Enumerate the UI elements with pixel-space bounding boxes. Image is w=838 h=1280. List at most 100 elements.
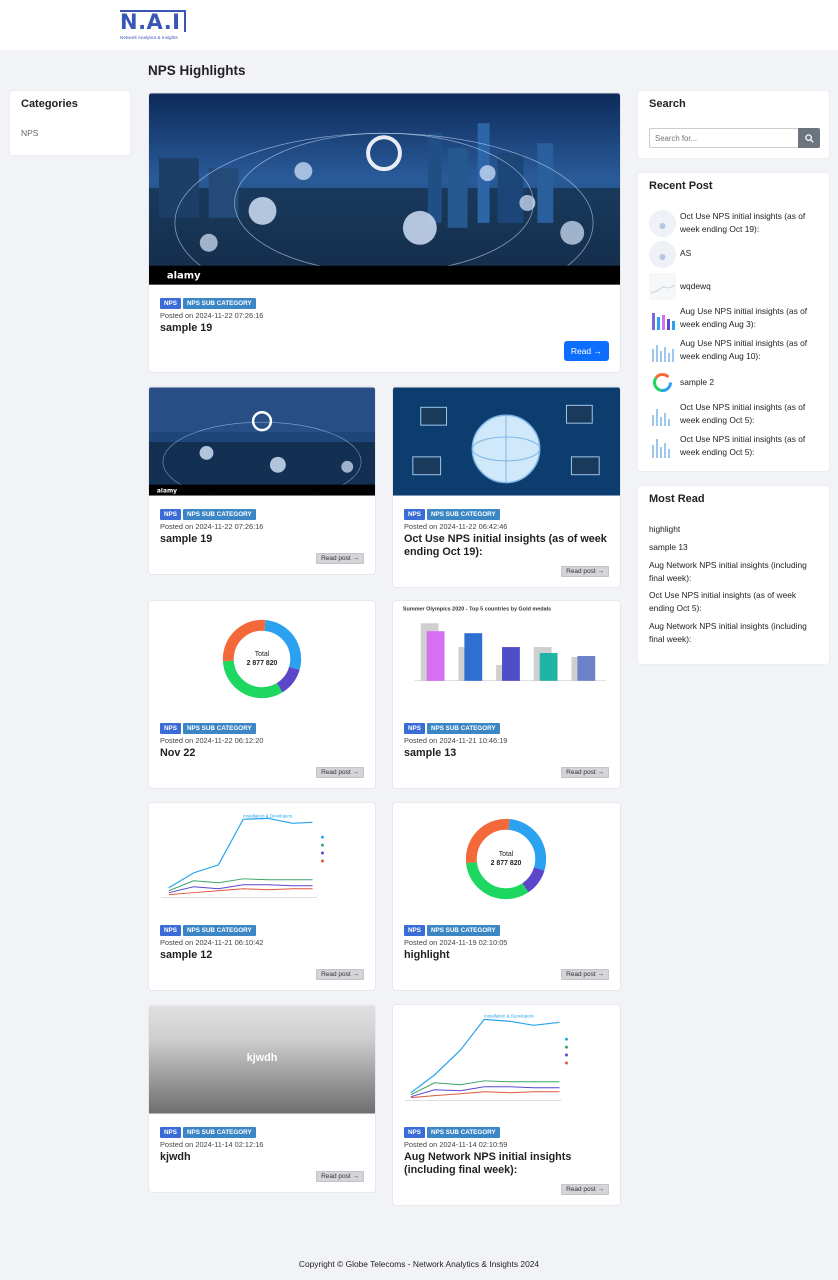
tag-nps[interactable]: NPS <box>404 509 425 520</box>
post-title[interactable]: kjwdh <box>160 1151 365 1164</box>
tag-sub-category[interactable]: NPS SUB CATEGORY <box>426 925 500 936</box>
line-chart-image[interactable]: Installation & Developers <box>149 803 375 912</box>
post-tags: NPS NPS SUB CATEGORY <box>160 298 256 309</box>
post-title[interactable]: sample 12 <box>160 949 365 962</box>
recent-post-title-text: AS <box>680 248 692 258</box>
post-title[interactable]: sample 13 <box>404 747 610 760</box>
categories-title: Categories <box>21 98 78 110</box>
post-card: kjwdh NPS NPS SUB CATEGORY Posted on 202… <box>148 1004 376 1193</box>
recent-post-thumbnail <box>649 273 676 300</box>
search-icon <box>804 133 814 143</box>
recent-post-title-text: Oct Use NPS initial insights (as of week… <box>680 211 806 234</box>
logo-mark: N.A.I <box>120 10 186 33</box>
post-card: Total 2 877 820 NPS NPS SUB CATEGORY Pos… <box>392 802 621 991</box>
most-read-link[interactable]: Oct Use NPS initial insights (as of week… <box>649 589 820 614</box>
city-network-image[interactable]: alamy <box>149 387 375 496</box>
recent-post-title-text: Oct Use NPS initial insights (as of week… <box>680 434 806 457</box>
read-post-button[interactable]: Read post → <box>316 553 364 564</box>
read-post-button[interactable]: Read post → <box>561 969 609 980</box>
tag-sub-category[interactable]: NPS SUB CATEGORY <box>182 925 256 936</box>
post-title[interactable]: Nov 22 <box>160 747 365 760</box>
recent-post-title-text: Aug Use NPS initial insights (as of week… <box>680 338 808 361</box>
donut-chart-image[interactable]: Total 2 877 820 <box>393 803 620 912</box>
read-post-button[interactable]: Read post → <box>561 566 609 577</box>
post-card: Summer Olympics 2020 - Top 5 countries b… <box>392 600 621 789</box>
thumb-caption: kjwdh <box>247 1052 278 1064</box>
recent-post-thumbnail <box>649 337 676 364</box>
category-link-nps[interactable]: NPS <box>21 128 119 138</box>
read-post-button[interactable]: Read post → <box>316 1171 364 1182</box>
tag-sub-category[interactable]: NPS SUB CATEGORY <box>182 1127 256 1138</box>
post-date: Posted on 2024-11-22 07:26:16 <box>160 311 264 320</box>
tag-sub-category[interactable]: NPS SUB CATEGORY <box>426 723 500 734</box>
tag-nps[interactable]: NPS <box>404 1127 425 1138</box>
search-title: Search <box>649 98 686 110</box>
tag-nps[interactable]: NPS <box>160 925 181 936</box>
line-series-label: Installation & Developers <box>243 813 293 818</box>
search-button[interactable] <box>798 128 820 148</box>
post-tags: NPS NPS SUB CATEGORY <box>404 1127 500 1138</box>
city-network-image[interactable]: alamy <box>149 93 620 285</box>
bar-chart-image[interactable]: Summer Olympics 2020 - Top 5 countries b… <box>393 601 620 710</box>
tag-nps[interactable]: NPS <box>160 1127 181 1138</box>
most-read-link[interactable]: Aug Network NPS initial insights (includ… <box>649 559 820 584</box>
post-title[interactable]: sample 19 <box>160 533 365 546</box>
post-tags: NPS NPS SUB CATEGORY <box>404 925 500 936</box>
tag-nps[interactable]: NPS <box>404 723 425 734</box>
tag-nps[interactable]: NPS <box>404 925 425 936</box>
search-widget: Search <box>637 90 830 159</box>
read-post-button[interactable]: Read post → <box>561 1184 609 1195</box>
read-post-button[interactable]: Read post → <box>316 767 364 778</box>
search-bar <box>649 128 820 148</box>
alamy-watermark: alamy <box>167 271 201 282</box>
recent-post-thumbnail <box>649 433 676 460</box>
most-read-link[interactable]: sample 13 <box>649 541 820 554</box>
post-date: Posted on 2024-11-14 02:10:59 <box>404 1140 508 1149</box>
categories-widget: Categories NPS <box>9 90 131 156</box>
site-logo[interactable]: N.A.I Network Analytics & Insights <box>120 10 186 42</box>
tag-nps[interactable]: NPS <box>160 723 181 734</box>
read-post-button[interactable]: Read post → <box>316 969 364 980</box>
line-chart-image[interactable]: Installation & Developers <box>393 1005 620 1114</box>
gradient-placeholder-image[interactable]: kjwdh <box>149 1005 375 1114</box>
footer-copyright: Copyright © Globe Telecoms - Network Ana… <box>298 1259 540 1269</box>
globe-network-image[interactable] <box>393 387 620 496</box>
tag-nps[interactable]: NPS <box>160 509 181 520</box>
most-read-link[interactable]: highlight <box>649 523 820 536</box>
tag-nps[interactable]: NPS <box>160 298 181 309</box>
post-title[interactable]: Oct Use NPS initial insights (as of week… <box>404 533 610 559</box>
recent-post-title-text: Aug Use NPS initial insights (as of week… <box>680 306 808 329</box>
donut-total-label: Total <box>499 851 514 858</box>
tag-sub-category[interactable]: NPS SUB CATEGORY <box>182 723 256 734</box>
post-title[interactable]: Aug Network NPS initial insights (includ… <box>404 1151 610 1177</box>
most-read-title: Most Read <box>649 493 705 505</box>
search-input[interactable] <box>649 128 798 148</box>
most-read-link[interactable]: Aug Network NPS initial insights (includ… <box>649 620 820 645</box>
post-tags: NPS NPS SUB CATEGORY <box>160 723 256 734</box>
tag-sub-category[interactable]: NPS SUB CATEGORY <box>426 509 500 520</box>
post-tags: NPS NPS SUB CATEGORY <box>404 509 500 520</box>
post-tags: NPS NPS SUB CATEGORY <box>160 509 256 520</box>
tag-sub-category[interactable]: NPS SUB CATEGORY <box>182 509 256 520</box>
featured-post-card: alamy NPS NPS SUB CATEGORY Posted on 202… <box>148 92 621 373</box>
post-title[interactable]: highlight <box>404 949 610 962</box>
recent-post-title-text: Oct Use NPS initial insights (as of week… <box>680 402 806 425</box>
post-date: Posted on 2024-11-22 06:12:20 <box>160 736 264 745</box>
read-button[interactable]: Read → <box>563 341 609 361</box>
post-date: Posted on 2024-11-14 02:12:16 <box>160 1140 264 1149</box>
post-title[interactable]: sample 19 <box>160 322 610 335</box>
read-post-button[interactable]: Read post → <box>561 767 609 778</box>
tag-sub-category[interactable]: NPS SUB CATEGORY <box>426 1127 500 1138</box>
most-read-widget: Most Read highlight sample 13 Aug Networ… <box>637 485 830 665</box>
recent-post-thumbnail <box>649 305 676 332</box>
donut-total-value: 2 877 820 <box>247 660 278 667</box>
donut-total-value: 2 877 820 <box>491 860 522 867</box>
post-date: Posted on 2024-11-21 10:46:19 <box>404 736 508 745</box>
post-tags: NPS NPS SUB CATEGORY <box>160 925 256 936</box>
tag-sub-category[interactable]: NPS SUB CATEGORY <box>182 298 256 309</box>
recent-post-thumbnail <box>649 401 676 428</box>
donut-chart-image[interactable]: Total 2 877 820 <box>149 601 375 710</box>
page-title: NPS Highlights <box>148 63 246 78</box>
alamy-watermark: alamy <box>157 488 177 495</box>
recent-post-thumbnail <box>649 369 676 396</box>
